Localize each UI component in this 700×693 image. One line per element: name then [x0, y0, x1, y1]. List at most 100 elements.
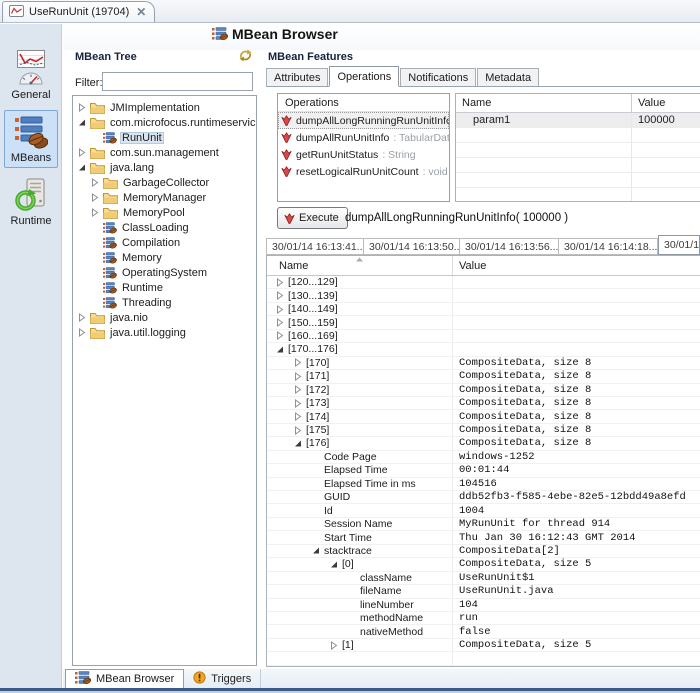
result-row-linenumber[interactable]: lineNumber104: [267, 599, 700, 612]
result-row-0[interactable]: [0]CompositeData, size 5: [267, 558, 700, 571]
tree-item-operatingsystem[interactable]: OperatingSystem: [73, 265, 256, 280]
twistie-collapsed-icon[interactable]: [293, 426, 303, 435]
twistie-collapsed-icon[interactable]: [293, 358, 303, 367]
result-row-session-name[interactable]: Session NameMyRunUnit for thread 914: [267, 518, 700, 531]
tree-item-java-util-logging[interactable]: java.util.logging: [73, 325, 256, 340]
result-row-nativemethod[interactable]: nativeMethodfalse: [267, 625, 700, 638]
param-value-cell[interactable]: 100000: [632, 113, 700, 127]
result-row-175[interactable]: [175]CompositeData, size 8: [267, 424, 700, 437]
param-row[interactable]: param1100000: [456, 113, 700, 128]
twistie-collapsed-icon[interactable]: [77, 328, 87, 337]
result-row-172[interactable]: [172]CompositeData, size 8: [267, 384, 700, 397]
twistie-collapsed-icon[interactable]: [293, 412, 303, 421]
tab-operations[interactable]: Operations: [329, 66, 399, 87]
result-tab[interactable]: 30/01/14: [658, 235, 700, 255]
twistie-collapsed-icon[interactable]: [90, 178, 100, 187]
result-tab[interactable]: 30/01/14 16:14:18...: [559, 238, 658, 255]
tab-notifications[interactable]: Notifications: [400, 68, 476, 86]
twistie-collapsed-icon[interactable]: [275, 305, 285, 314]
operation-item-resetlogicalrununitcount[interactable]: resetLogicalRunUnitCount : void: [278, 163, 449, 180]
tree-item-runtime[interactable]: Runtime: [73, 280, 256, 295]
twistie-expanded-icon[interactable]: [311, 546, 321, 555]
result-row-id[interactable]: Id1004: [267, 504, 700, 517]
result-tab[interactable]: 30/01/14 16:13:41...: [266, 238, 364, 255]
twistie-collapsed-icon[interactable]: [275, 278, 285, 287]
twistie-expanded-icon[interactable]: [329, 560, 339, 569]
param-name-column-header[interactable]: Name: [456, 94, 632, 112]
tree-item-memorypool[interactable]: MemoryPool: [73, 205, 256, 220]
twistie-collapsed-icon[interactable]: [293, 372, 303, 381]
result-row-174[interactable]: [174]CompositeData, size 8: [267, 410, 700, 423]
twistie-collapsed-icon[interactable]: [90, 193, 100, 202]
twistie-collapsed-icon[interactable]: [293, 385, 303, 394]
result-value-cell: CompositeData, size 8: [453, 437, 700, 449]
result-row-120-129[interactable]: [120...129]: [267, 276, 700, 289]
tree-item-com-sun-management[interactable]: com.sun.management: [73, 145, 256, 160]
result-tab[interactable]: 30/01/14 16:13:50...: [364, 238, 460, 255]
tab-attributes[interactable]: Attributes: [266, 68, 328, 86]
twistie-expanded-icon[interactable]: [77, 163, 87, 172]
results-value-column-header[interactable]: Value: [453, 256, 700, 275]
result-row-start-time[interactable]: Start TimeThu Jan 30 16:12:43 GMT 2014: [267, 531, 700, 544]
twistie-collapsed-icon[interactable]: [77, 103, 87, 112]
operation-item-getrununitstatus[interactable]: getRunUnitStatus : String: [278, 146, 449, 163]
tree-item-threading[interactable]: Threading: [73, 295, 256, 310]
twistie-expanded-icon[interactable]: [275, 345, 285, 354]
result-row-130-139[interactable]: [130...139]: [267, 289, 700, 302]
result-row-elapsed-time[interactable]: Elapsed Time00:01:44: [267, 464, 700, 477]
param-value-column-header[interactable]: Value: [632, 94, 700, 112]
result-row[interactable]: [267, 652, 700, 665]
execute-button[interactable]: Execute: [277, 207, 348, 229]
close-icon[interactable]: ✕: [136, 7, 146, 17]
tab-mbean-browser[interactable]: MBean Browser: [65, 669, 184, 688]
result-row-171[interactable]: [171]CompositeData, size 8: [267, 370, 700, 383]
twistie-collapsed-icon[interactable]: [77, 313, 87, 322]
tree-item-classloading[interactable]: ClassLoading: [73, 220, 256, 235]
twistie-collapsed-icon[interactable]: [329, 641, 339, 650]
result-row-140-149[interactable]: [140...149]: [267, 303, 700, 316]
tree-item-com-microfocus-runtimeservices[interactable]: com.microfocus.runtimeservices: [73, 115, 256, 130]
tree-item-garbagecollector[interactable]: GarbageCollector: [73, 175, 256, 190]
result-row-173[interactable]: [173]CompositeData, size 8: [267, 397, 700, 410]
sidebar-item-runtime[interactable]: Runtime: [0, 178, 62, 227]
result-row-176[interactable]: [176]CompositeData, size 8: [267, 437, 700, 450]
tree-item-memorymanager[interactable]: MemoryManager: [73, 190, 256, 205]
result-row-elapsed-time-in-ms[interactable]: Elapsed Time in ms104516: [267, 478, 700, 491]
twistie-collapsed-icon[interactable]: [275, 291, 285, 300]
result-row-classname[interactable]: classNameUseRunUnit$1: [267, 572, 700, 585]
tree-item-compilation[interactable]: Compilation: [73, 235, 256, 250]
result-row-guid[interactable]: GUIDddb52fb3-f585-4ebe-82e5-12bdd49a8efd: [267, 491, 700, 504]
operation-item-dumpallrununitinfo[interactable]: dumpAllRunUnitInfo : TabularData: [278, 129, 449, 146]
twistie-collapsed-icon[interactable]: [77, 148, 87, 157]
tab-metadata[interactable]: Metadata: [477, 68, 539, 86]
result-row-160-169[interactable]: [160...169]: [267, 330, 700, 343]
sidebar-item-general[interactable]: General: [0, 50, 62, 101]
tree-item-label: JMImplementation: [108, 102, 202, 114]
twistie-expanded-icon[interactable]: [77, 118, 87, 127]
refresh-icon[interactable]: [238, 49, 253, 62]
result-row-methodname[interactable]: methodNamerun: [267, 612, 700, 625]
twistie-collapsed-icon[interactable]: [275, 318, 285, 327]
twistie-collapsed-icon[interactable]: [90, 208, 100, 217]
result-row-code-page[interactable]: Code Pagewindows-1252: [267, 451, 700, 464]
twistie-collapsed-icon[interactable]: [275, 331, 285, 340]
result-row-1[interactable]: [1]CompositeData, size 5: [267, 639, 700, 652]
twistie-collapsed-icon[interactable]: [293, 399, 303, 408]
operation-item-dumpalllongrunningrununitinfo[interactable]: dumpAllLongRunningRunUnitInfo : Ta: [278, 112, 449, 129]
filter-input[interactable]: [102, 72, 253, 91]
tree-item-memory[interactable]: Memory: [73, 250, 256, 265]
sidebar-item-mbeans[interactable]: MBeans: [4, 110, 58, 168]
result-row-170-176[interactable]: [170...176]: [267, 343, 700, 356]
tree-item-java-lang[interactable]: java.lang: [73, 160, 256, 175]
tree-item-rununit[interactable]: RunUnit: [73, 130, 256, 145]
twistie-expanded-icon[interactable]: [293, 439, 303, 448]
result-row-170[interactable]: [170]CompositeData, size 8: [267, 357, 700, 370]
tree-item-jmimplementation[interactable]: JMImplementation: [73, 100, 256, 115]
result-row-filename[interactable]: fileNameUseRunUnit.java: [267, 585, 700, 598]
tree-item-java-nio[interactable]: java.nio: [73, 310, 256, 325]
tab-triggers[interactable]: Triggers: [184, 669, 261, 688]
result-row-150-159[interactable]: [150...159]: [267, 316, 700, 329]
result-row-stacktrace[interactable]: stacktraceCompositeData[2]: [267, 545, 700, 558]
editor-tab-userununit[interactable]: UseRunUnit (19704) ✕: [2, 1, 155, 22]
result-tab[interactable]: 30/01/14 16:13:56...: [460, 238, 559, 255]
